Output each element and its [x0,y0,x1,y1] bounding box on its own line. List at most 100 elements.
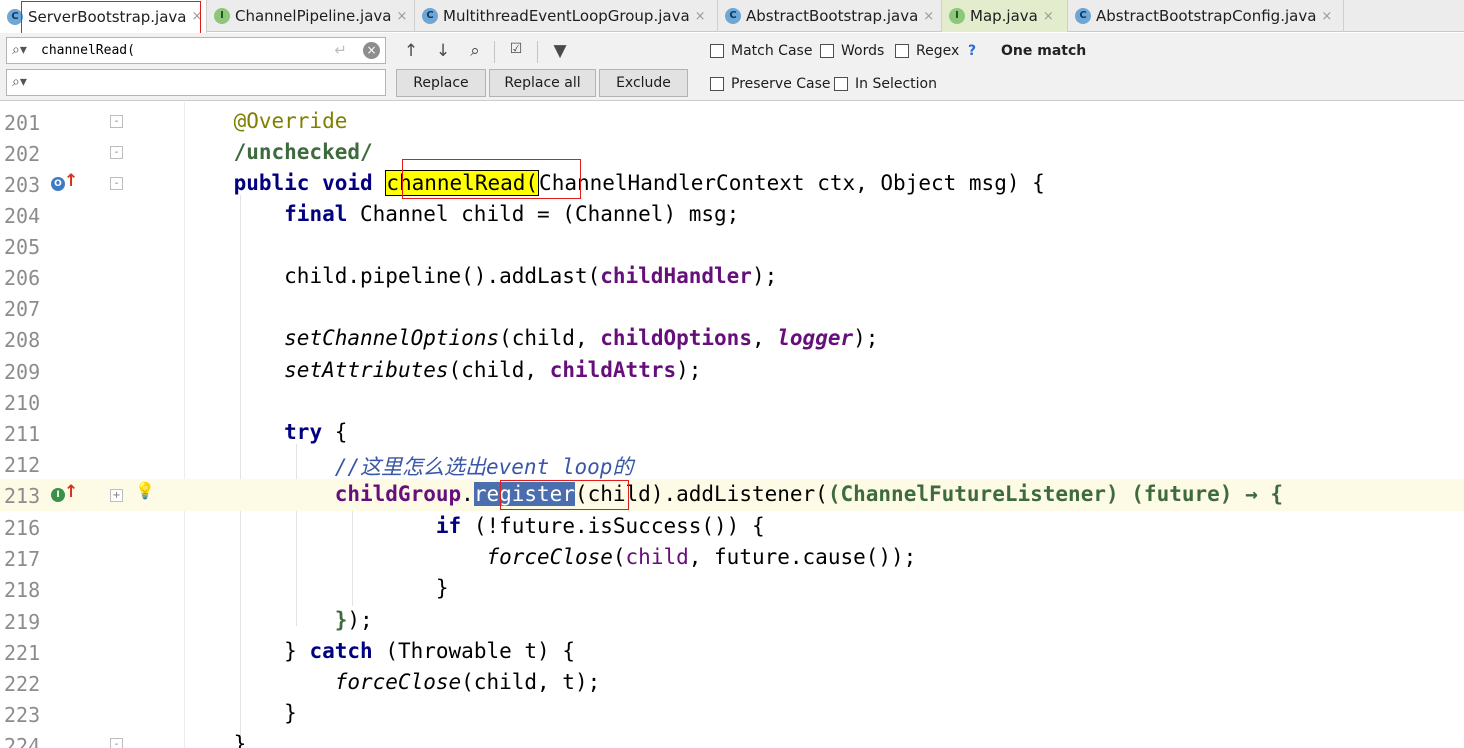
filter-icon[interactable]: ▼ [549,41,571,61]
code-text: } catch (Throwable t) { [183,639,575,663]
line-number: 209 [4,360,41,384]
static-method-token: setChannelOptions [284,326,500,350]
close-icon[interactable]: × [192,9,203,24]
tab-label: ChannelPipeline.java [235,7,392,25]
search-icon[interactable]: ⌕▾ [12,74,27,90]
regex-checkbox[interactable]: Regex [895,43,959,59]
code-line[interactable]: 207 [0,292,1464,323]
search-icon[interactable]: ⌕▾ [12,42,27,58]
implements-method-icon[interactable]: I [51,488,65,502]
current-code-line[interactable]: 213 I ↑ + 💡 childGroup.register(child).a… [0,479,1464,511]
close-icon[interactable]: × [1321,9,1332,24]
code-line[interactable]: 206 child.pipeline().addLast(childHandle… [0,261,1464,292]
code-token: Channel child = (Channel) msg; [347,202,740,226]
tab-server-bootstrap[interactable]: C ServerBootstrap.java × [0,0,207,33]
clear-search-icon[interactable]: × [363,42,380,59]
toolbar-divider [537,41,538,63]
line-number: 201 [4,111,41,135]
code-text: childGroup.register(child).addListener((… [183,482,1283,506]
code-editor[interactable]: 201 - @Override 202 - /unchecked/ 203 O … [0,102,1464,748]
tab-label: ServerBootstrap.java [28,7,187,26]
code-line[interactable]: 205 [0,230,1464,261]
select-all-occurrences-icon[interactable]: ⌕ [464,41,486,61]
previous-occurrence-icon[interactable]: ↑ [400,41,422,61]
code-line[interactable]: 219 }); [0,605,1464,636]
close-icon[interactable]: × [1043,9,1054,24]
tab-multithread-event-loop-group[interactable]: C MultithreadEventLoopGroup.java × [415,0,718,32]
code-line[interactable]: 204 final Channel child = (Channel) msg; [0,199,1464,230]
exclude-button[interactable]: Exclude [599,69,688,97]
keyword: if [435,514,462,538]
add-selection-icon[interactable]: ☑ [505,41,527,57]
code-line[interactable]: 209 setAttributes(child, childAttrs); [0,355,1464,386]
code-line[interactable]: 202 - /unchecked/ [0,137,1464,168]
next-occurrence-icon[interactable]: ↓ [432,41,454,61]
static-field-token: logger [777,326,854,350]
fold-marker[interactable]: - [110,177,123,190]
line-number: 204 [4,204,41,228]
code-line[interactable]: 203 O ↑ - public void channelRead(Channe… [0,168,1464,199]
captured-variable-token: child [625,545,689,569]
search-input[interactable] [41,41,331,60]
line-number: 205 [4,235,41,259]
match-case-checkbox[interactable]: Match Case [710,43,812,59]
folded-annotation[interactable]: /unchecked/ [234,140,373,164]
lightbulb-icon[interactable]: 💡 [135,481,155,500]
replace-all-button[interactable]: Replace all [489,69,596,97]
close-icon[interactable]: × [923,9,934,24]
code-line[interactable]: 201 - @Override [0,106,1464,137]
close-icon[interactable]: × [396,9,407,24]
code-line[interactable]: 224 - } [0,729,1464,748]
words-checkbox[interactable]: Words [820,43,884,59]
fold-marker[interactable]: + [110,489,123,502]
fold-marker[interactable]: - [110,146,123,159]
regex-help-link[interactable]: ? [968,43,976,59]
code-text: public void channelRead(ChannelHandlerCo… [183,170,1045,196]
comment-token: //这里怎么选出event loop的 [334,455,634,479]
up-arrow-icon[interactable]: ↑ [64,171,78,191]
up-arrow-icon[interactable]: ↑ [64,482,78,502]
code-token: (child, [499,326,601,350]
annotation-token: @Override [233,109,348,133]
code-token: ); [751,264,778,288]
code-line[interactable]: 217 forceClose(child, future.cause()); [0,542,1464,573]
code-token: child.pipeline().addLast( [284,264,601,288]
line-number: 203 [4,173,41,197]
code-line[interactable]: 216 if (!future.isSuccess()) { [0,511,1464,542]
code-token: , future.cause()); [688,545,917,569]
checkbox-box [820,44,834,58]
tab-label: Map.java [970,7,1038,25]
code-line[interactable]: 208 setChannelOptions(child, childOption… [0,323,1464,354]
code-token: ( [612,545,626,569]
close-icon[interactable]: × [695,9,706,24]
code-line[interactable]: 222 forceClose(child, t); [0,667,1464,698]
code-line[interactable]: 223 } [0,698,1464,729]
code-token: } [233,732,247,748]
code-line[interactable]: 212 //这里怎么选出event loop的 [0,448,1464,479]
code-text: child.pipeline().addLast(childHandler); [183,264,777,288]
code-line[interactable]: 218 } [0,573,1464,604]
code-line[interactable]: 211 try { [0,417,1464,448]
find-replace-bar: ⌕▾ ↵ × ⌕▾ ↑ ↓ ⌕ ☑ ▼ Replace Replace all … [0,33,1464,101]
replace-input[interactable] [41,73,371,92]
line-number: 222 [4,672,41,696]
folded-lambda-end[interactable]: } [335,608,348,632]
fold-marker[interactable]: - [110,115,123,128]
code-token: ); [853,326,879,350]
folded-lambda[interactable]: (ChannelFutureListener) (future) → { [828,482,1283,506]
tab-abstract-bootstrap-config[interactable]: C AbstractBootstrapConfig.java × [1068,0,1344,32]
tab-channel-pipeline[interactable]: I ChannelPipeline.java × [207,0,415,32]
code-token: (!future.isSuccess()) { [461,514,765,538]
fold-marker[interactable]: - [110,738,123,748]
code-line[interactable]: 210 [0,386,1464,417]
in-selection-checkbox[interactable]: In Selection [834,76,937,92]
line-number: 223 [4,703,41,727]
preserve-case-checkbox[interactable]: Preserve Case [710,76,831,92]
code-text: forceClose(child, future.cause()); [183,545,916,569]
overrides-method-icon[interactable]: O [51,177,65,191]
replace-button[interactable]: Replace [396,69,486,97]
tab-map[interactable]: I Map.java × [942,0,1068,32]
code-line[interactable]: 221 } catch (Throwable t) { [0,636,1464,667]
code-token: { [322,420,348,444]
tab-abstract-bootstrap[interactable]: C AbstractBootstrap.java × [718,0,942,32]
